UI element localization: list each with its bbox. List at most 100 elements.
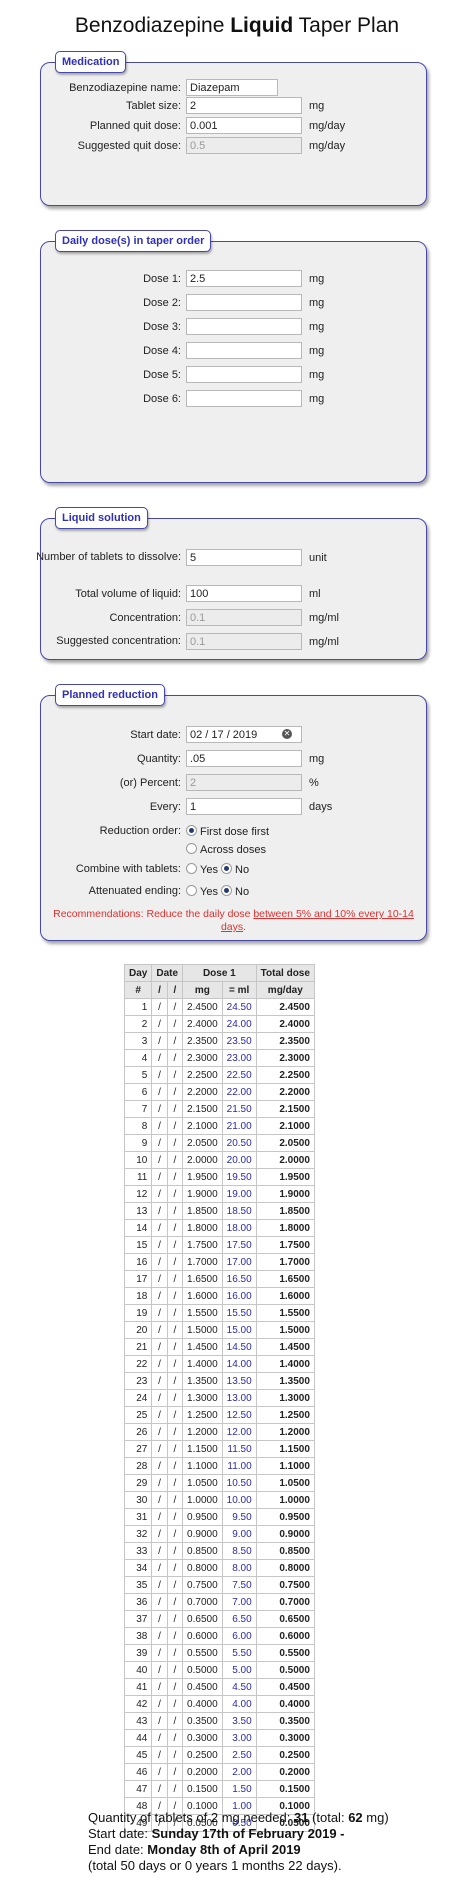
dose-mg-cell: 1.7000 xyxy=(182,1253,223,1271)
total-dose-cell: 1.4000 xyxy=(255,1355,315,1373)
tablets-dissolve-input[interactable]: 5 xyxy=(186,549,302,566)
total-dose-cell: 1.3500 xyxy=(255,1372,315,1390)
day-cell: 25 xyxy=(123,1406,153,1424)
date-day-cell: / xyxy=(166,1032,184,1050)
date-month-cell: / xyxy=(151,1015,168,1033)
dose-ml-cell: 19.00 xyxy=(221,1185,257,1203)
combine-no-radio[interactable]: No xyxy=(221,863,249,876)
day-cell: 38 xyxy=(123,1627,153,1645)
header-total: Total dose xyxy=(255,964,315,982)
total-dose-cell: 0.8500 xyxy=(255,1542,315,1560)
total-dose-cell: 0.7000 xyxy=(255,1593,315,1611)
dose-mg-cell: 1.9500 xyxy=(182,1168,223,1186)
planned-quit-input[interactable]: 0.001 xyxy=(186,117,302,134)
dose-mg-cell: 2.4500 xyxy=(182,998,223,1016)
date-month-cell: / xyxy=(151,1423,168,1441)
dose-mg-cell: 0.6500 xyxy=(182,1610,223,1628)
date-day-cell: / xyxy=(166,1729,184,1747)
dose-ml-cell: 20.00 xyxy=(221,1151,257,1169)
table-row: 30//1.0000 10.00 1.0000 xyxy=(123,1491,315,1509)
every-input[interactable]: 1 xyxy=(186,798,302,815)
date-day-cell: / xyxy=(166,1389,184,1407)
dose-mg-cell: 1.1000 xyxy=(182,1457,223,1475)
date-day-cell: / xyxy=(166,1491,184,1509)
quantity-input[interactable]: .05 xyxy=(186,750,302,767)
day-cell: 47 xyxy=(123,1780,153,1798)
dose-6-input[interactable] xyxy=(186,390,302,407)
order-across-doses-radio[interactable]: Across doses xyxy=(186,843,266,856)
dose-1-input[interactable]: 2.5 xyxy=(186,270,302,287)
attenuated-yes-radio[interactable]: Yes xyxy=(186,885,218,898)
dose-mg-cell: 2.4000 xyxy=(182,1015,223,1033)
dose-ml-cell: 2.00 xyxy=(221,1763,257,1781)
attenuated-no-radio[interactable]: No xyxy=(221,885,249,898)
table-row: 20//1.5000 15.00 1.5000 xyxy=(123,1321,315,1339)
dose-mg-cell: 0.9000 xyxy=(182,1525,223,1543)
dose-mg-cell: 0.8000 xyxy=(182,1559,223,1577)
dose-label: Dose 6: xyxy=(143,393,181,405)
total-dose-cell: 1.7500 xyxy=(255,1236,315,1254)
dose-ml-cell: 8.50 xyxy=(221,1542,257,1560)
dose-ml-cell: 8.00 xyxy=(221,1559,257,1577)
date-day-cell: / xyxy=(166,1593,184,1611)
dose-ml-cell: 18.00 xyxy=(221,1219,257,1237)
day-cell: 36 xyxy=(123,1593,153,1611)
day-cell: 37 xyxy=(123,1610,153,1628)
date-month-cell: / xyxy=(151,1508,168,1526)
total-dose-cell: 2.2500 xyxy=(255,1066,315,1084)
date-day-cell: / xyxy=(166,1576,184,1594)
table-row: 18//1.6000 16.00 1.6000 xyxy=(123,1287,315,1305)
liquid-solution-panel: Liquid solution Number of tablets to dis… xyxy=(36,507,427,660)
dose-mg-cell: 1.1500 xyxy=(182,1440,223,1458)
dose-unit: mg xyxy=(309,297,325,309)
combine-yes-radio[interactable]: Yes xyxy=(186,863,218,876)
dose-4-input[interactable] xyxy=(186,342,302,359)
dose-unit: mg xyxy=(309,369,325,381)
dose-unit: mg xyxy=(309,393,325,405)
table-row: 23//1.3500 13.50 1.3500 xyxy=(123,1372,315,1390)
dose-ml-cell: 11.00 xyxy=(221,1457,257,1475)
header-num: # xyxy=(123,981,153,999)
date-month-cell: / xyxy=(151,1712,168,1730)
total-dose-cell: 0.2500 xyxy=(255,1746,315,1764)
total-dose-cell: 1.1000 xyxy=(255,1457,315,1475)
clear-date-icon[interactable]: ✕ xyxy=(282,729,292,739)
day-cell: 32 xyxy=(123,1525,153,1543)
tablet-size-input[interactable]: 2 xyxy=(186,97,302,114)
day-cell: 4 xyxy=(123,1049,153,1067)
date-month-cell: / xyxy=(151,1049,168,1067)
date-day-cell: / xyxy=(166,1219,184,1237)
total-dose-cell: 0.4500 xyxy=(255,1678,315,1696)
dose-ml-cell: 1.50 xyxy=(221,1780,257,1798)
liquid-solution-legend: Liquid solution xyxy=(55,507,148,529)
dose-3-input[interactable] xyxy=(186,318,302,335)
total-dose-cell: 1.2500 xyxy=(255,1406,315,1424)
day-cell: 11 xyxy=(123,1168,153,1186)
date-month-cell: / xyxy=(151,1661,168,1679)
planned-quit-label: Planned quit dose: xyxy=(89,120,181,132)
total-volume-input[interactable]: 100 xyxy=(186,585,302,602)
total-dose-cell: 1.3000 xyxy=(255,1389,315,1407)
dose-ml-cell: 19.50 xyxy=(221,1168,257,1186)
dose-2-input[interactable] xyxy=(186,294,302,311)
total-dose-cell: 1.6500 xyxy=(255,1270,315,1288)
total-dose-cell: 0.8000 xyxy=(255,1559,315,1577)
table-row: 8//2.1000 21.00 2.1000 xyxy=(123,1117,315,1135)
radio-empty-icon xyxy=(186,863,197,874)
table-row: 25//1.2500 12.50 1.2500 xyxy=(123,1406,315,1424)
table-row: 29//1.0500 10.50 1.0500 xyxy=(123,1474,315,1492)
order-first-dose-radio[interactable]: First dose first xyxy=(186,825,269,838)
date-month-cell: / xyxy=(151,1576,168,1594)
dose-mg-cell: 0.2500 xyxy=(182,1746,223,1764)
total-dose-cell: 2.1500 xyxy=(255,1100,315,1118)
benzo-name-input[interactable]: Diazepam xyxy=(186,79,278,96)
suggested-conc-field: 0.1 xyxy=(186,633,302,650)
dose-ml-cell: 12.50 xyxy=(221,1406,257,1424)
date-day-cell: / xyxy=(166,1559,184,1577)
dose-5-input[interactable] xyxy=(186,366,302,383)
day-cell: 27 xyxy=(123,1440,153,1458)
date-day-cell: / xyxy=(166,1678,184,1696)
dose-mg-cell: 1.0500 xyxy=(182,1474,223,1492)
radio-selected-icon xyxy=(186,825,197,836)
dose-mg-cell: 1.6500 xyxy=(182,1270,223,1288)
